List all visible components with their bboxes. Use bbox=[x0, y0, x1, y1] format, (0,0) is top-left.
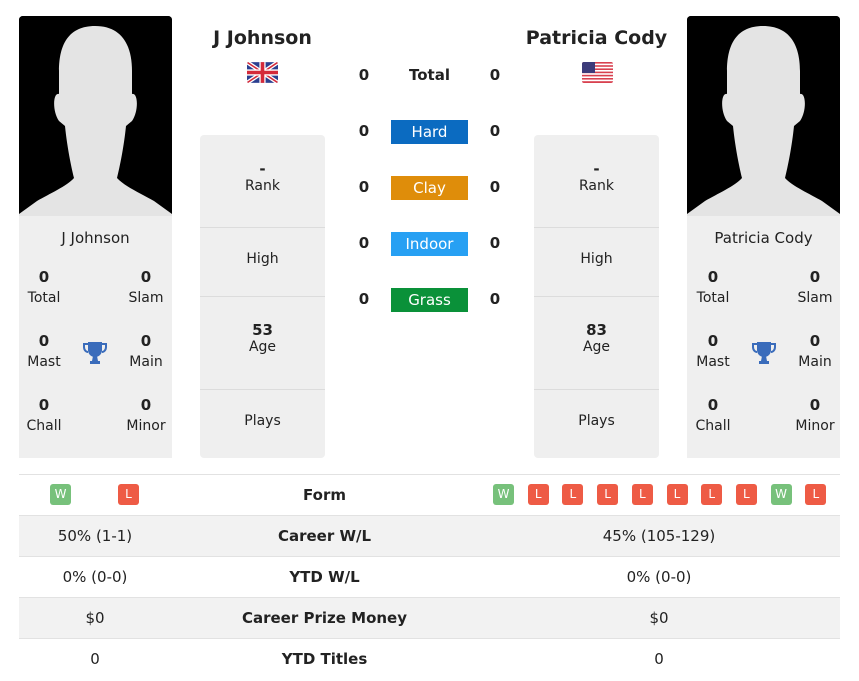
player2-photo bbox=[687, 16, 840, 216]
h2h-hard-p2: 0 bbox=[489, 122, 501, 140]
ytd-titles-label: YTD Titles bbox=[281, 650, 368, 668]
h2h-total-p1: 0 bbox=[358, 66, 370, 84]
silhouette-icon bbox=[19, 16, 172, 216]
player2-ytd-wl: 0% (0-0) bbox=[626, 568, 692, 586]
player2-career-wl: 45% (105-129) bbox=[602, 527, 716, 545]
career-wl-row: 50% (1-1) Career W/L 45% (105-129) bbox=[19, 515, 840, 556]
player2-age: 83 Age bbox=[534, 297, 659, 390]
player2-info-panel: - Rank High 83 Age Plays bbox=[534, 135, 659, 458]
surface-indoor[interactable]: Indoor bbox=[391, 232, 468, 256]
h2h-hard-p1: 0 bbox=[358, 122, 370, 140]
player1-mast-titles: 0 Mast bbox=[27, 332, 61, 370]
player1-age: 53 Age bbox=[200, 297, 325, 390]
surface-clay[interactable]: Clay bbox=[391, 176, 468, 200]
player1-ytd-wl: 0% (0-0) bbox=[62, 568, 128, 586]
player1-slam-titles: 0 Slam bbox=[128, 268, 164, 306]
player2-form-badge-win[interactable]: W bbox=[493, 484, 514, 505]
player1-career-wl: 50% (1-1) bbox=[57, 527, 133, 545]
ytd-titles-row: 0 YTD Titles 0 bbox=[19, 638, 840, 679]
h2h-clay-p2: 0 bbox=[489, 178, 501, 196]
player2-ytd-titles: 0 bbox=[654, 650, 664, 668]
player1-career-prize: $0 bbox=[85, 609, 105, 627]
form-label: Form bbox=[303, 486, 346, 504]
player2-chall-titles: 0 Chall bbox=[695, 396, 731, 434]
player2-form-badge-loss[interactable]: L bbox=[597, 484, 619, 505]
player2-total-titles: 0 Total bbox=[696, 268, 730, 306]
h2h-clay-p1: 0 bbox=[358, 178, 370, 196]
player2-form-badge-loss[interactable]: L bbox=[527, 484, 549, 505]
player1-info-panel: - Rank High 53 Age Plays bbox=[200, 135, 325, 458]
trophy-icon bbox=[82, 340, 108, 366]
player1-total-titles: 0 Total bbox=[27, 268, 61, 306]
us-flag-icon bbox=[582, 62, 613, 83]
player1-plays: Plays bbox=[244, 413, 281, 429]
player2-form-badge-loss[interactable]: L bbox=[562, 484, 584, 505]
player2-name[interactable]: Patricia Cody bbox=[515, 27, 678, 49]
player2-high: High bbox=[534, 228, 659, 297]
player2-form-badge-loss[interactable]: L bbox=[701, 484, 723, 505]
player2-plays: Plays bbox=[578, 413, 615, 429]
player2-card-name[interactable]: Patricia Cody bbox=[687, 229, 840, 247]
player1-photo bbox=[19, 16, 172, 216]
player1-rank: - Rank bbox=[200, 135, 325, 228]
player1-ytd-titles: 0 bbox=[90, 650, 100, 668]
career-prize-label: Career Prize Money bbox=[241, 609, 407, 627]
trophy-icon bbox=[751, 340, 777, 366]
player2-form-badge-loss[interactable]: L bbox=[631, 484, 653, 505]
player2-slam-titles: 0 Slam bbox=[797, 268, 833, 306]
h2h-total-label: Total bbox=[409, 66, 450, 84]
player2-mast-titles: 0 Mast bbox=[696, 332, 730, 370]
player1-form-badge-loss[interactable]: L bbox=[118, 484, 139, 505]
player2-form-badge-win[interactable]: W bbox=[770, 484, 792, 505]
uk-flag-icon bbox=[247, 62, 278, 83]
player2-rank: - Rank bbox=[534, 135, 659, 228]
player2-form-badge-loss[interactable]: L bbox=[735, 484, 757, 505]
player2-main-titles: 0 Main bbox=[798, 332, 832, 370]
player2-form-badge-loss[interactable]: L bbox=[805, 484, 827, 505]
player1-minor-titles: 0 Minor bbox=[126, 396, 166, 434]
surface-grass[interactable]: Grass bbox=[391, 288, 468, 312]
player2-minor-titles: 0 Minor bbox=[795, 396, 835, 434]
player2-career-prize: $0 bbox=[649, 609, 669, 627]
player1-card-name[interactable]: J Johnson bbox=[19, 229, 172, 247]
ytd-wl-row: 0% (0-0) YTD W/L 0% (0-0) bbox=[19, 556, 840, 597]
h2h-grass-p1: 0 bbox=[358, 290, 370, 308]
silhouette-icon bbox=[687, 16, 840, 216]
player1-form-badge-win[interactable]: W bbox=[50, 484, 71, 505]
h2h-total-p2: 0 bbox=[489, 66, 501, 84]
form-row: WL Form WLLLLLLLWL bbox=[19, 474, 840, 515]
player1-high: High bbox=[200, 228, 325, 297]
player1-chall-titles: 0 Chall bbox=[26, 396, 62, 434]
career-prize-row: $0 Career Prize Money $0 bbox=[19, 597, 840, 638]
h2h-indoor-p2: 0 bbox=[489, 234, 501, 252]
ytd-wl-label: YTD W/L bbox=[289, 568, 360, 586]
career-wl-label: Career W/L bbox=[277, 527, 372, 545]
player2-titles-card: Patricia Cody 0 Total 0 Slam 0 Mast 0 Main 0… bbox=[687, 216, 840, 458]
player1-main-titles: 0 Main bbox=[129, 332, 163, 370]
h2h-indoor-p1: 0 bbox=[358, 234, 370, 252]
player1-name[interactable]: J Johnson bbox=[190, 27, 335, 49]
surface-hard[interactable]: Hard bbox=[391, 120, 468, 144]
h2h-grass-p2: 0 bbox=[489, 290, 501, 308]
player2-form-badge-loss[interactable]: L bbox=[666, 484, 688, 505]
player1-titles-card: J Johnson 0 Total 0 Slam 0 Mast 0 Main 0 Chal… bbox=[19, 216, 172, 458]
